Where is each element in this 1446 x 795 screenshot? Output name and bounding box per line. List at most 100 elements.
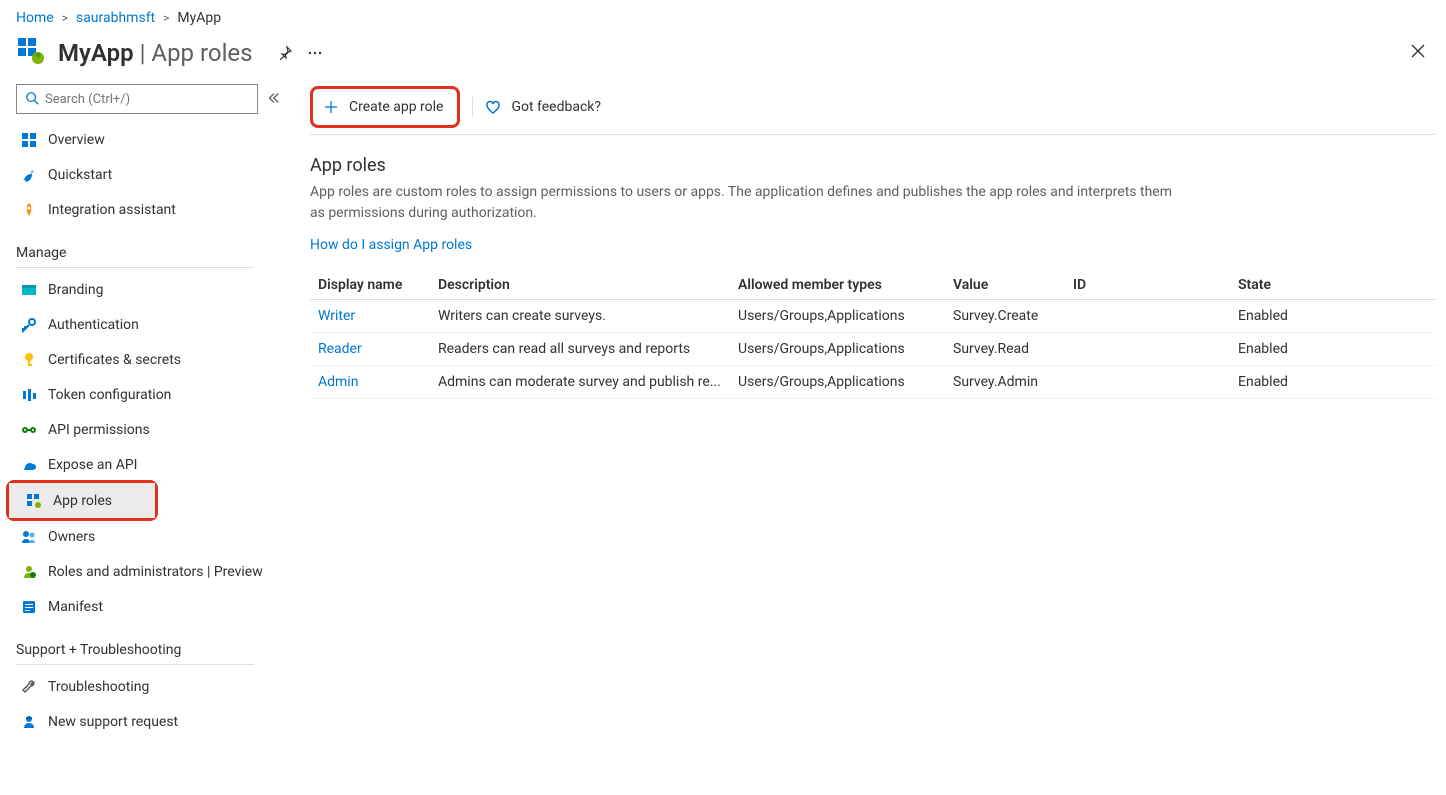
search-input[interactable] [16,84,258,114]
sidebar-item-label: API permissions [48,422,150,438]
sidebar-item-overview[interactable]: Overview [16,122,288,157]
cell-desc: Admins can moderate survey and publish r… [430,366,730,399]
sidebar-item-label: Owners [48,529,95,545]
collapse-sidebar-icon[interactable] [266,90,280,109]
app-roles-icon [25,492,43,510]
auth-icon [20,316,38,334]
sidebar-item-token[interactable]: Token configuration [16,377,288,412]
sidebar-item-troubleshoot[interactable]: Troubleshooting [16,669,288,704]
chevron-right-icon: > [62,11,68,25]
pin-icon[interactable] [277,45,293,61]
cell-value: Survey.Create [945,300,1065,333]
cell-value: Survey.Admin [945,366,1065,399]
sidebar-item-label: Quickstart [48,167,112,183]
sidebar-item-support[interactable]: New support request [16,704,288,739]
sidebar-item-auth[interactable]: Authentication [16,307,288,342]
manifest-icon [20,598,38,616]
cell-id [1065,333,1230,366]
col-value[interactable]: Value [945,271,1065,300]
col-id[interactable]: ID [1065,271,1230,300]
col-member-types[interactable]: Allowed member types [730,271,945,300]
rocket-icon [20,201,38,219]
roles-admin-icon [20,563,38,581]
support-person-icon [20,713,38,731]
app-roles-table: Display name Description Allowed member … [310,271,1436,399]
breadcrumb-owner[interactable]: saurabhmsft [76,10,155,26]
section-title: App roles [310,155,1436,176]
cell-id [1065,300,1230,333]
breadcrumb-home[interactable]: Home [16,10,54,26]
role-link[interactable]: Admin [318,374,358,390]
section-description: App roles are custom roles to assign per… [310,182,1190,224]
role-link[interactable]: Reader [318,341,362,357]
sidebar-item-branding[interactable]: Branding [16,272,288,307]
feedback-button[interactable]: Got feedback? [485,99,601,115]
branding-icon [20,281,38,299]
sidebar-item-certs[interactable]: Certificates & secrets [16,342,288,377]
section-heading-manage: Manage [16,235,254,268]
toolbar: Create app role Got feedback? [310,84,1436,135]
wrench-icon [20,678,38,696]
cell-value: Survey.Read [945,333,1065,366]
sidebar-item-label: Roles and administrators | Preview [48,564,263,580]
sidebar-item-label: Certificates & secrets [48,352,181,368]
sidebar-item-label: Manifest [48,599,103,615]
table-row[interactable]: Admin Admins can moderate survey and pub… [310,366,1436,399]
app-grid-icon [16,36,46,70]
col-state[interactable]: State [1230,271,1436,300]
key-icon [20,351,38,369]
close-icon[interactable] [1410,43,1426,63]
quickstart-icon [20,166,38,184]
more-icon[interactable] [307,45,323,61]
col-description[interactable]: Description [430,271,730,300]
table-row[interactable]: Reader Readers can read all surveys and … [310,333,1436,366]
cell-types: Users/Groups,Applications [730,366,945,399]
api-perm-icon [20,421,38,439]
main-panel: Create app role Got feedback? App roles … [288,84,1446,739]
sidebar: Overview Quickstart Integration assistan… [0,84,288,739]
search-icon [25,90,39,109]
sidebar-item-label: Branding [48,282,103,298]
cell-desc: Writers can create surveys. [430,300,730,333]
cell-state: Enabled [1230,300,1436,333]
owners-icon [20,528,38,546]
table-row[interactable]: Writer Writers can create surveys. Users… [310,300,1436,333]
cell-types: Users/Groups,Applications [730,300,945,333]
page-title: MyApp | App roles [58,39,253,67]
cell-id [1065,366,1230,399]
breadcrumb-current: MyApp [177,10,221,26]
breadcrumb: Home > saurabhmsft > MyApp [0,0,1446,32]
cell-types: Users/Groups,Applications [730,333,945,366]
sidebar-item-quickstart[interactable]: Quickstart [16,157,288,192]
section-heading-support: Support + Troubleshooting [16,632,254,665]
sidebar-item-label: Token configuration [48,387,171,403]
plus-icon [323,99,339,115]
page-header: MyApp | App roles [0,32,1446,84]
cell-desc: Readers can read all surveys and reports [430,333,730,366]
create-app-role-button[interactable]: Create app role [323,99,443,115]
sidebar-item-api-perm[interactable]: API permissions [16,412,288,447]
expose-icon [20,456,38,474]
sidebar-item-label: Integration assistant [48,202,176,218]
sidebar-item-label: New support request [48,714,178,730]
cell-state: Enabled [1230,366,1436,399]
sidebar-item-roles-admin[interactable]: Roles and administrators | Preview [16,554,288,589]
toolbar-divider [472,97,473,117]
help-link[interactable]: How do I assign App roles [310,237,472,253]
col-display-name[interactable]: Display name [310,271,430,300]
sidebar-item-expose[interactable]: Expose an API [16,447,288,482]
token-icon [20,386,38,404]
sidebar-item-integration[interactable]: Integration assistant [16,192,288,227]
sidebar-item-label: Expose an API [48,457,137,473]
sidebar-item-manifest[interactable]: Manifest [16,589,288,624]
sidebar-item-label: Authentication [48,317,139,333]
chevron-right-icon: > [163,11,169,25]
sidebar-item-app-roles[interactable]: App roles [9,483,155,518]
sidebar-item-label: App roles [53,493,112,509]
overview-icon [20,131,38,149]
sidebar-item-owners[interactable]: Owners [16,519,288,554]
role-link[interactable]: Writer [318,308,355,324]
sidebar-item-label: Overview [48,132,105,148]
cell-state: Enabled [1230,333,1436,366]
heart-icon [485,99,501,115]
